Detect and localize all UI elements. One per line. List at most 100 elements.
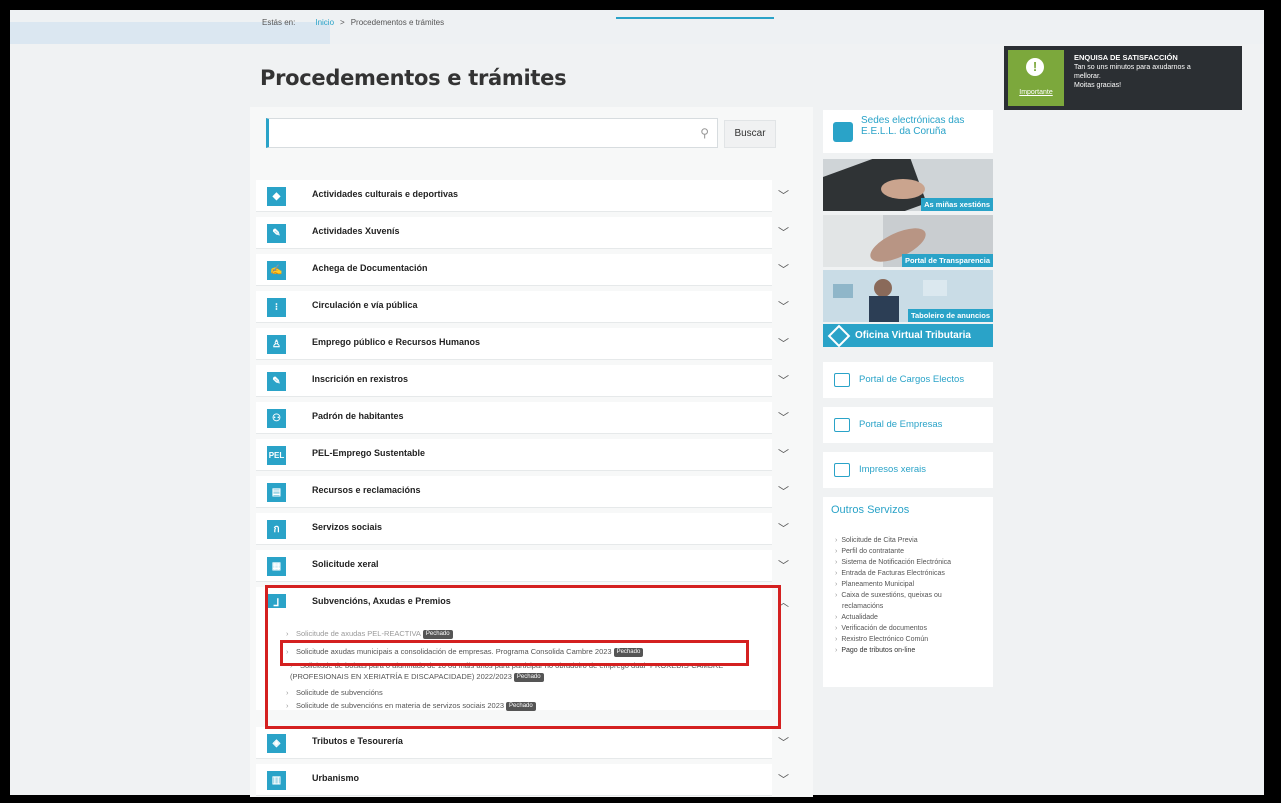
category-label: Achega de Documentación bbox=[312, 263, 428, 273]
chevron-down-icon[interactable]: ﹀ bbox=[778, 771, 789, 787]
traffic-light-icon: ⁝ bbox=[267, 298, 286, 317]
search-icon[interactable]: ⚲ bbox=[700, 126, 709, 140]
chevron-down-icon[interactable]: ﹀ bbox=[778, 483, 789, 499]
chevron-down-icon[interactable]: ﹀ bbox=[778, 187, 789, 203]
outros-item[interactable]: › Pago de tributos on-line bbox=[835, 647, 915, 654]
chevron-down-icon[interactable]: ﹀ bbox=[778, 335, 789, 351]
category-row[interactable]: ◆ Actividades culturais e deportivas ﹀ bbox=[256, 180, 789, 212]
category-row[interactable]: ▥ Urbanismo ﹀ bbox=[256, 764, 789, 796]
category-row[interactable]: ✎ Inscrición en rexistros ﹀ bbox=[256, 365, 789, 397]
important-label[interactable]: Importante bbox=[1008, 89, 1064, 96]
exclamation-icon: ! bbox=[1026, 58, 1044, 76]
outros-item-label[interactable]: Actualidade bbox=[841, 614, 878, 621]
chevron-down-icon[interactable]: ﹀ bbox=[778, 409, 789, 425]
chevron-down-icon[interactable]: ﹀ bbox=[778, 224, 789, 240]
chevron-down-icon[interactable]: ﹀ bbox=[778, 298, 789, 314]
hand-icon: ก bbox=[267, 520, 286, 539]
category-label: Inscrición en rexistros bbox=[312, 374, 409, 384]
outros-item[interactable]: › Solicitude de Cita Previa bbox=[835, 537, 918, 544]
palette-icon: ✎ bbox=[267, 224, 286, 243]
outros-item[interactable]: › Entrada de Facturas Electrónicas bbox=[835, 570, 945, 577]
search-button[interactable]: Buscar bbox=[724, 120, 776, 148]
breadcrumb-current: Procedementos e trámites bbox=[350, 18, 445, 27]
outros-item-label[interactable]: Sistema de Notificación Electrónica bbox=[841, 559, 951, 566]
category-label: PEL-Emprego Sustentable bbox=[312, 448, 426, 458]
banner-portal-transparencia[interactable]: Portal de Transparencia bbox=[823, 215, 993, 267]
outros-item-label[interactable]: reclamacións bbox=[842, 603, 883, 610]
oficina-virtual-tributaria-link[interactable]: Oficina Virtual Tributaria bbox=[823, 324, 993, 348]
notice-line3: Moitas gracias! bbox=[1074, 82, 1122, 89]
chevron-down-icon[interactable]: ﹀ bbox=[778, 446, 789, 462]
pen-icon: ✍ bbox=[267, 261, 286, 280]
impresos-xerais-link[interactable]: Impresos xerais bbox=[823, 452, 993, 488]
category-row[interactable]: PEL PEL-Emprego Sustentable ﹀ bbox=[256, 439, 789, 471]
category-label: Servizos sociais bbox=[312, 522, 383, 532]
outros-item-label[interactable]: Solicitude de Cita Previa bbox=[841, 537, 917, 544]
top-strip bbox=[10, 10, 1264, 44]
category-row[interactable]: ◈ Tributos e Tesourería ﹀ bbox=[256, 727, 789, 759]
highlight-box-item bbox=[280, 640, 749, 666]
outros-item[interactable]: › Sistema de Notificación Electrónica bbox=[835, 559, 951, 566]
category-label: Circulación e vía pública bbox=[312, 300, 418, 310]
chevron-right-icon: › bbox=[835, 548, 838, 555]
outros-servizos-title: Outros Servizos bbox=[831, 504, 910, 516]
outros-item-label[interactable]: Entrada de Facturas Electrónicas bbox=[841, 570, 945, 577]
category-row[interactable]: ✍ Achega de Documentación ﹀ bbox=[256, 254, 789, 286]
search-input[interactable]: ⚲ bbox=[266, 118, 718, 148]
important-badge[interactable]: ! Importante bbox=[1008, 50, 1064, 106]
outros-item[interactable]: › Planeamento Municipal bbox=[835, 581, 914, 588]
outros-item-label[interactable]: Rexistro Electrónico Común bbox=[841, 636, 928, 643]
category-label: Emprego público e Recursos Humanos bbox=[312, 337, 481, 347]
category-row[interactable]: ✎ Actividades Xuvenís ﹀ bbox=[256, 217, 789, 249]
chevron-down-icon[interactable]: ﹀ bbox=[778, 261, 789, 277]
banner-label: Portal de Transparencia bbox=[901, 254, 993, 267]
outros-item[interactable]: › Caixa de suxestións, queixas ou bbox=[835, 592, 942, 599]
banner-minas-xestions[interactable]: As miñas xestións bbox=[823, 159, 993, 211]
sedes-electronicas-link[interactable]: Sedes electrónicas das E.E.L.L. da Coruñ… bbox=[823, 110, 993, 153]
category-row[interactable]: ▤ Recursos e reclamacións ﹀ bbox=[256, 476, 789, 508]
outros-servizos-panel: Outros Servizos › Solicitude de Cita Prev… bbox=[823, 497, 993, 687]
outros-item[interactable]: › Actualidade bbox=[835, 614, 878, 621]
portal-cargos-electos-link[interactable]: Portal de Cargos Electos bbox=[823, 362, 993, 398]
chevron-right-icon: › bbox=[835, 647, 838, 654]
diamond-icon: ◆ bbox=[267, 187, 286, 206]
chevron-right-icon: › bbox=[835, 581, 838, 588]
people-icon: ⚇ bbox=[267, 409, 286, 428]
outros-item[interactable]: › Verificación de documentos bbox=[835, 625, 927, 632]
notice-text: ENQUISA DE SATISFACCIÓN Tan so uns minut… bbox=[1074, 53, 1239, 90]
outros-item-label[interactable]: Caixa de suxestións, queixas ou bbox=[841, 592, 941, 599]
outros-item-label[interactable]: Perfil do contratante bbox=[841, 548, 904, 555]
outros-item[interactable]: › Perfil do contratante bbox=[835, 548, 904, 555]
page-title: Procedementos e trámites bbox=[260, 66, 567, 90]
banner-label: Taboleiro de anuncios bbox=[907, 309, 993, 322]
chevron-down-icon[interactable]: ﹀ bbox=[778, 734, 789, 750]
chevron-down-icon[interactable]: ﹀ bbox=[778, 372, 789, 388]
category-label: Actividades Xuvenís bbox=[312, 226, 400, 236]
category-row[interactable]: ⚇ Padrón de habitantes ﹀ bbox=[256, 402, 789, 434]
accent-bar bbox=[616, 17, 774, 19]
breadcrumb-home-link[interactable]: Inicio bbox=[315, 18, 334, 27]
building-icon: ▥ bbox=[267, 771, 286, 790]
banner-taboleiro-anuncios[interactable]: Taboleiro de anuncios bbox=[823, 270, 993, 322]
person-icon: ♙ bbox=[267, 335, 286, 354]
breadcrumb-separator: > bbox=[340, 18, 345, 27]
category-label: Solicitude xeral bbox=[312, 559, 379, 569]
chevron-down-icon[interactable]: ﹀ bbox=[778, 557, 789, 573]
outros-item-label[interactable]: Verificación de documentos bbox=[841, 625, 927, 632]
outros-item-label[interactable]: Planeamento Municipal bbox=[841, 581, 914, 588]
category-row[interactable]: ⁝ Circulación e vía pública ﹀ bbox=[256, 291, 789, 323]
category-row[interactable]: ♙ Emprego público e Recursos Humanos ﹀ bbox=[256, 328, 789, 360]
portal-empresas-link[interactable]: Portal de Empresas bbox=[823, 407, 993, 443]
chevron-down-icon[interactable]: ﹀ bbox=[778, 520, 789, 536]
category-label: Padrón de habitantes bbox=[312, 411, 404, 421]
outros-item[interactable]: reclamacións bbox=[842, 603, 883, 610]
category-label: Recursos e reclamacións bbox=[312, 485, 421, 495]
category-row[interactable]: ▦ Solicitude xeral ﹀ bbox=[256, 550, 789, 582]
survey-notice[interactable]: ! Importante ENQUISA DE SATISFACCIÓN Tan… bbox=[1004, 46, 1242, 110]
chevron-right-icon: › bbox=[835, 570, 838, 577]
outros-item[interactable]: › Rexistro Electrónico Común bbox=[835, 636, 928, 643]
pel-icon: PEL bbox=[267, 446, 286, 465]
category-row[interactable]: ก Servizos sociais ﹀ bbox=[256, 513, 789, 545]
outros-item-label[interactable]: Pago de tributos on-line bbox=[841, 647, 915, 654]
category-label: Urbanismo bbox=[312, 773, 360, 783]
